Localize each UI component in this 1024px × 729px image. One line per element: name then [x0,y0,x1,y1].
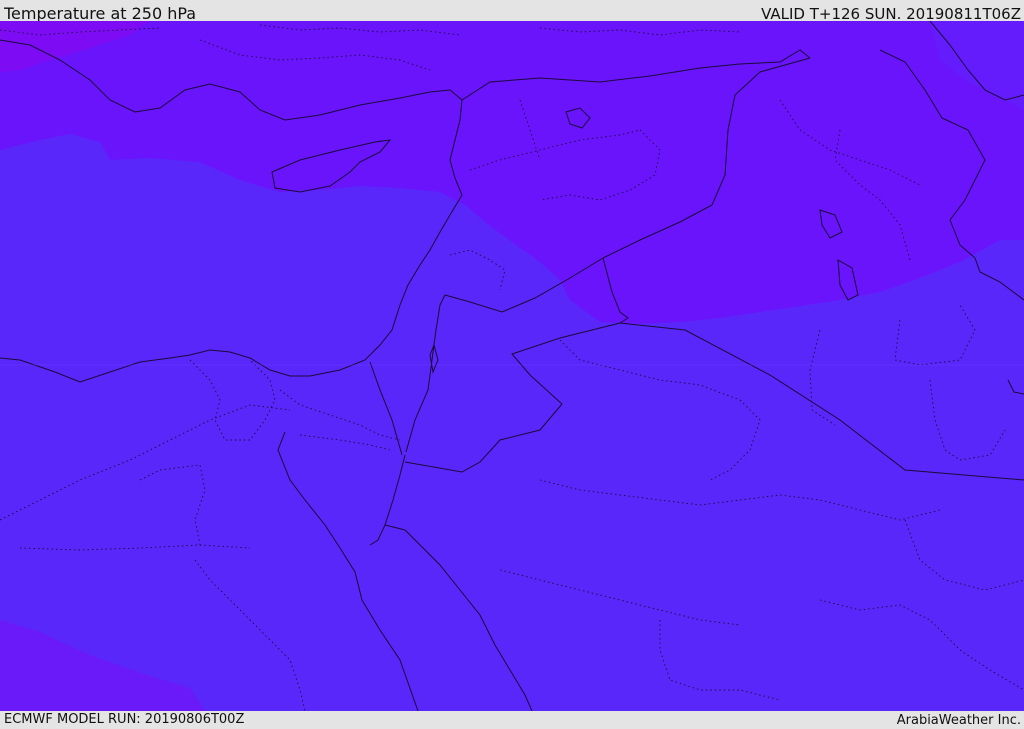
credit-label: ArabiaWeather Inc. [896,713,1021,728]
map-panel[interactable] [0,21,1024,711]
footer-bar: ECMWF MODEL RUN: 20190806T00Z ArabiaWeat… [0,711,1024,729]
temperature-map[interactable] [0,21,1024,711]
model-run-label: ECMWF MODEL RUN: 20190806T00Z [4,712,245,727]
header-bar: Temperature at 250 hPa VALID T+126 SUN. … [0,0,1024,23]
